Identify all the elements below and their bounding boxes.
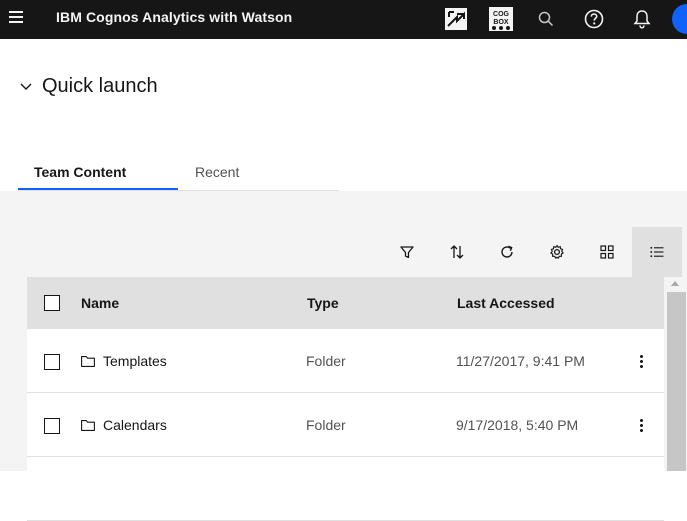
column-header-type[interactable]: Type <box>307 277 339 329</box>
content-tabs: Team Content Recent <box>18 156 339 191</box>
row-last-accessed: 9/17/2018, 5:40 PM <box>456 417 579 433</box>
scroll-up-arrow[interactable] <box>671 281 679 286</box>
cogbox-label-bottom: BOX <box>493 19 509 26</box>
refresh-button[interactable] <box>482 227 532 277</box>
settings-icon <box>550 244 564 259</box>
user-avatar[interactable] <box>672 4 687 34</box>
folder-icon <box>81 420 95 431</box>
settings-button[interactable] <box>532 227 582 277</box>
cogbox-icon[interactable]: COG BOX <box>486 4 516 34</box>
content-table: Name Type Last Accessed Templates Folder… <box>27 277 664 521</box>
app-title-prefix: IBM <box>56 9 82 25</box>
table-row[interactable]: Calendars Folder 9/17/2018, 5:40 PM <box>27 393 664 457</box>
sort-icon <box>450 245 464 259</box>
table-row[interactable] <box>27 457 664 521</box>
table-header: Name Type Last Accessed <box>27 277 664 329</box>
row-name[interactable]: Calendars <box>103 393 167 457</box>
scrollbar-thumb[interactable] <box>667 292 686 471</box>
sort-button[interactable] <box>432 227 482 277</box>
table-row[interactable]: Templates Folder 11/27/2017, 9:41 PM <box>27 329 664 393</box>
help-icon[interactable] <box>579 4 609 34</box>
filter-button[interactable] <box>382 227 432 277</box>
folder-icon <box>81 356 95 367</box>
row-checkbox[interactable] <box>44 354 60 370</box>
tab-team-content[interactable]: Team Content <box>18 156 178 190</box>
overflow-menu-icon[interactable] <box>631 413 651 437</box>
app-title-name: Cognos Analytics with Watson <box>85 9 293 25</box>
row-type: Folder <box>306 353 346 369</box>
search-icon[interactable] <box>531 4 561 34</box>
row-checkbox[interactable] <box>44 418 60 434</box>
column-header-name[interactable]: Name <box>81 277 119 329</box>
overflow-menu-icon[interactable] <box>631 349 651 373</box>
top-navigation-bar: IBM Cognos Analytics with Watson COG BOX <box>0 0 687 39</box>
list-view-icon <box>650 247 664 257</box>
grid-view-button[interactable] <box>582 227 632 277</box>
row-name[interactable]: Templates <box>103 329 167 393</box>
refresh-icon <box>501 245 513 258</box>
select-all-checkbox[interactable] <box>44 295 60 311</box>
row-type: Folder <box>306 417 346 433</box>
menu-icon[interactable] <box>9 11 23 25</box>
cogbox-label-top: COG <box>493 11 510 18</box>
quick-launch-label: Quick launch <box>42 74 158 97</box>
grid-view-icon <box>600 245 614 259</box>
quick-launch-toggle[interactable]: Quick launch <box>18 72 158 100</box>
row-last-accessed: 11/27/2017, 9:41 PM <box>456 353 585 369</box>
chevron-down-icon <box>20 83 32 90</box>
notification-icon[interactable] <box>627 4 657 34</box>
filter-icon <box>400 246 414 259</box>
column-header-last-accessed[interactable]: Last Accessed <box>457 277 555 329</box>
launch-icon[interactable] <box>441 4 471 34</box>
tab-recent[interactable]: Recent <box>178 156 339 190</box>
app-title: IBM Cognos Analytics with Watson <box>56 8 292 26</box>
list-view-button[interactable] <box>632 227 682 277</box>
